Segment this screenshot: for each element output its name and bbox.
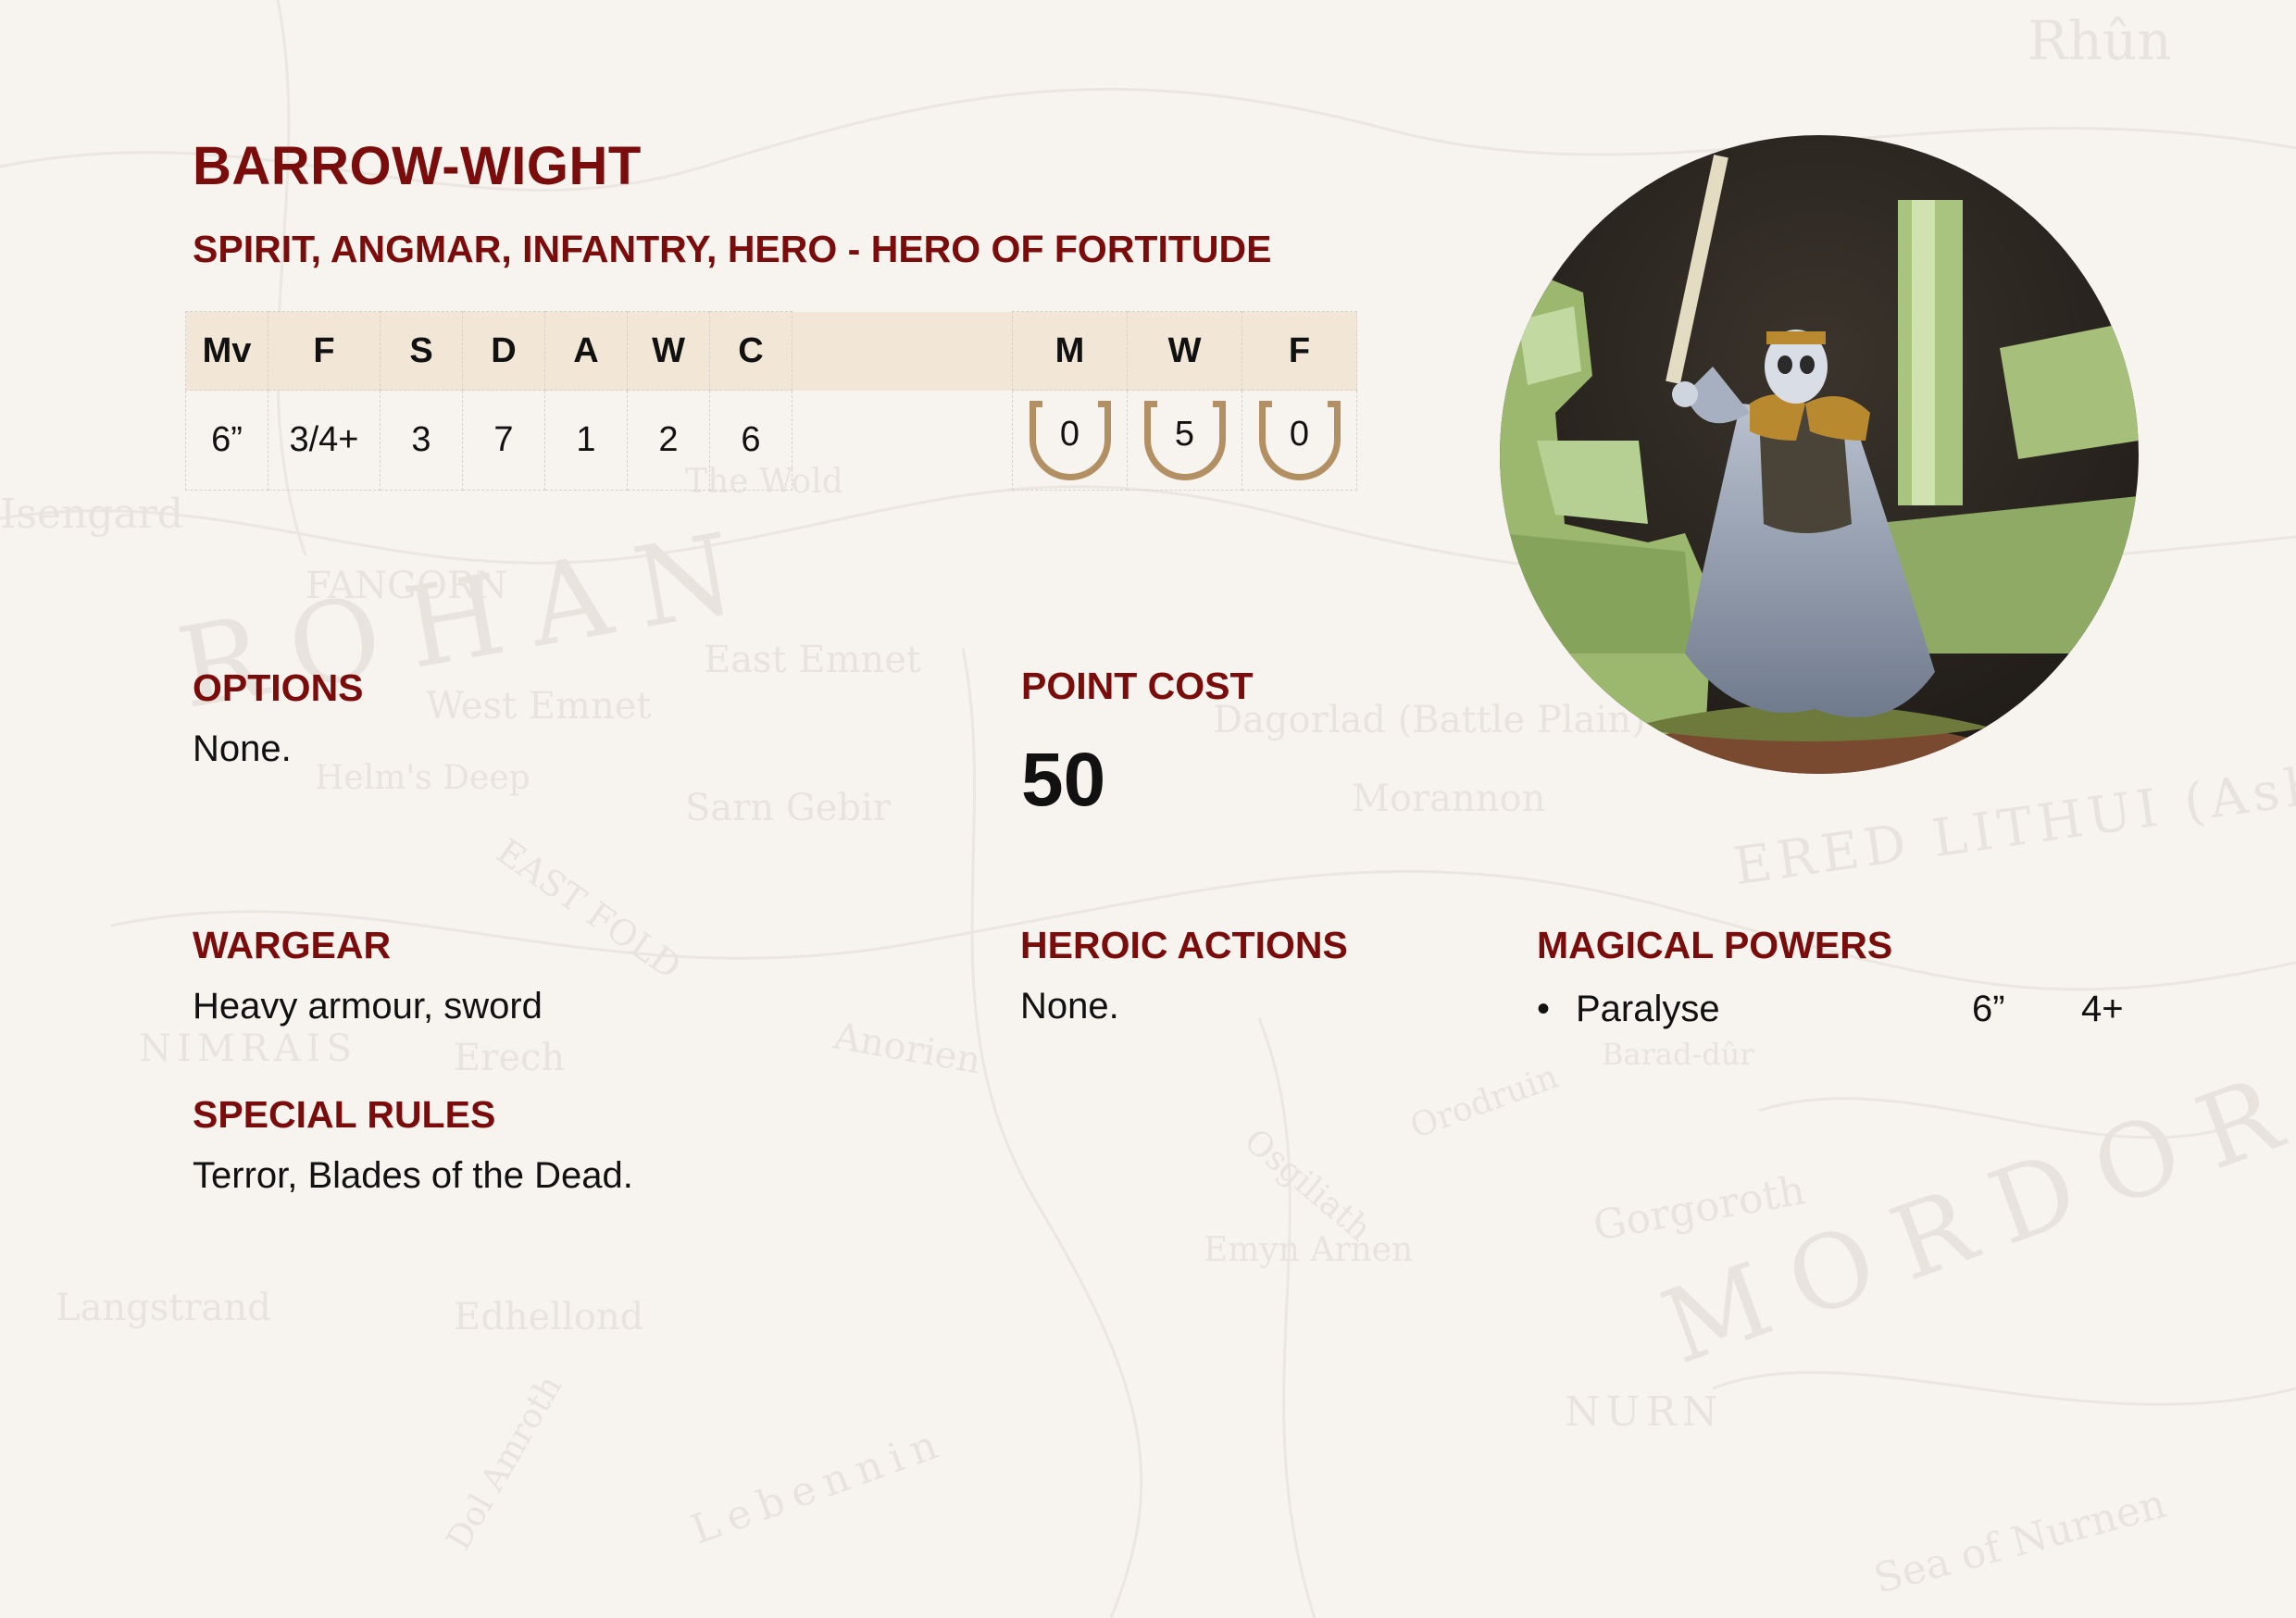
- stat-header-defence: D: [462, 311, 545, 391]
- heroic-actions-heading: HEROIC ACTIONS: [1020, 924, 1348, 966]
- fate-shield: 0: [1258, 400, 1341, 480]
- special-rules-text: Terror, Blades of the Dead.: [193, 1155, 633, 1196]
- stat-strength: 3: [380, 390, 463, 491]
- stat-header-strength: S: [380, 311, 463, 391]
- profile-table: Mv F S D A W C 6” 3/4+ 3 7 1 2 6: [185, 311, 1013, 491]
- might-shield: 0: [1029, 400, 1111, 480]
- hero-stats-table: M W F 0 5 0: [1012, 311, 1357, 491]
- heroic-actions-text: None.: [1020, 986, 1119, 1027]
- stat-header-attacks: A: [544, 311, 628, 391]
- magical-powers-heading: MAGICAL POWERS: [1537, 924, 1893, 966]
- power-name: Paralyse: [1576, 989, 1720, 1029]
- miniature-image: [1500, 135, 2139, 774]
- miniature-portrait: [1500, 135, 2139, 774]
- power-casting-value: 4+: [2081, 989, 2124, 1029]
- profile-value-row: 6” 3/4+ 3 7 1 2 6: [185, 390, 1013, 491]
- stat-fight: 3/4+: [268, 390, 381, 491]
- stat-header-fate: F: [1242, 311, 1357, 391]
- options-heading: OPTIONS: [193, 666, 364, 709]
- stat-defence: 7: [462, 390, 545, 491]
- wargear-heading: WARGEAR: [193, 924, 392, 966]
- stat-attacks: 1: [544, 390, 628, 491]
- stat-header-fight: F: [268, 311, 381, 391]
- options-text: None.: [193, 728, 292, 769]
- header-fill: [792, 311, 1013, 391]
- will-cell: 5: [1127, 390, 1242, 491]
- stat-header-move: Mv: [185, 311, 268, 391]
- hero-value-row: 0 5 0: [1012, 390, 1357, 491]
- stat-header-courage: C: [709, 311, 792, 391]
- might-cell: 0: [1012, 390, 1128, 491]
- power-range: 6”: [1972, 989, 2005, 1029]
- stat-header-might: M: [1012, 311, 1128, 391]
- value-gap: [792, 391, 1013, 491]
- hero-header-row: M W F: [1012, 311, 1357, 391]
- special-rules-heading: SPECIAL RULES: [193, 1093, 496, 1136]
- unit-keywords: SPIRIT, ANGMAR, INFANTRY, HERO - HERO OF…: [193, 228, 1272, 270]
- will-shield: 5: [1143, 400, 1226, 480]
- unit-name: BARROW-WIGHT: [193, 136, 642, 196]
- point-cost-value: 50: [1021, 738, 1106, 822]
- stat-header-will: W: [1127, 311, 1242, 391]
- bullet-icon: •: [1537, 989, 1551, 1029]
- stat-courage: 6: [709, 390, 792, 491]
- stat-header-wounds: W: [627, 311, 710, 391]
- stat-wounds: 2: [627, 390, 710, 491]
- wargear-text: Heavy armour, sword: [193, 986, 543, 1027]
- stat-move: 6”: [185, 390, 268, 491]
- point-cost-heading: POINT COST: [1021, 665, 1254, 707]
- fate-cell: 0: [1242, 390, 1357, 491]
- profile-header-row: Mv F S D A W C: [185, 311, 1013, 391]
